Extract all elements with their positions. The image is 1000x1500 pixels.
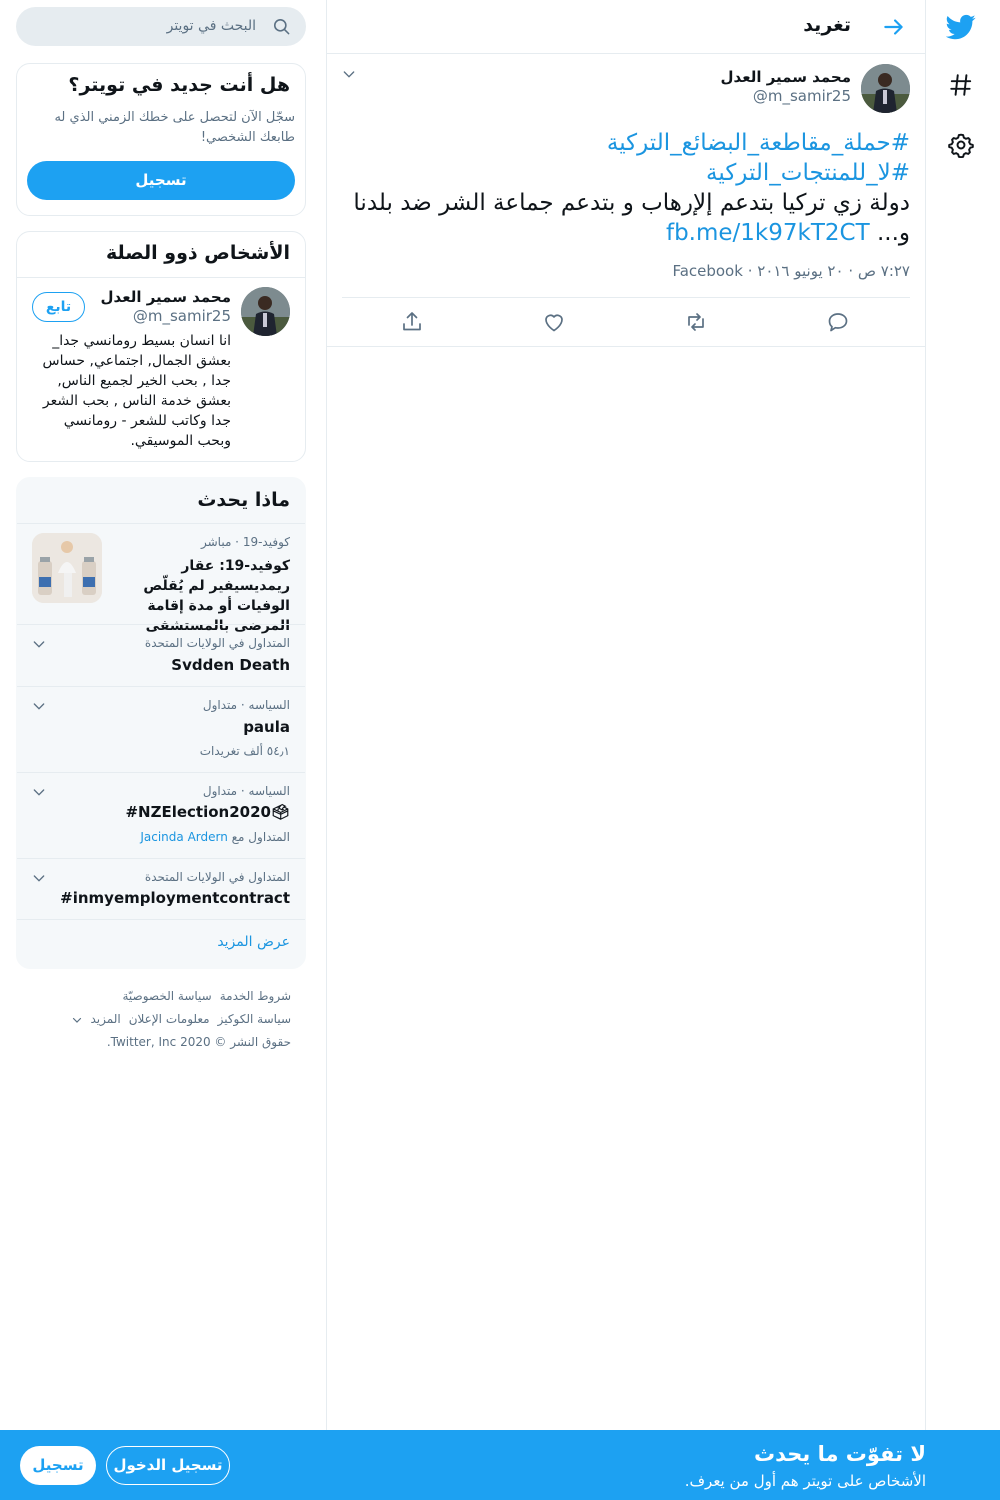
banner-subtitle: الأشخاص على تويتر هم أول من يعرف. [684, 1472, 926, 1490]
chevron-down-icon [72, 1017, 81, 1023]
trend-title: Svdden Death [171, 656, 290, 674]
hashtag-link[interactable]: #حملة_مقاطعة_البضائع_التركية [350, 128, 910, 158]
bottom-signup-banner: لا تفوّت ما يحدث الأشخاص على تويتر هم أو… [0, 1430, 1000, 1500]
search-bar[interactable]: البحث في تويتر [16, 7, 306, 46]
trend-meta: السياسه · متداول [202, 698, 290, 712]
related-user-name[interactable]: محمد سمير العدل [101, 288, 231, 306]
show-more-link[interactable]: عرض المزيد [217, 934, 290, 950]
footer: شروط الخدمة سياسة الخصوصيّة سياسة الكوكيز… [16, 985, 291, 1054]
trend-context-link[interactable]: Jacinda Ardern [140, 830, 227, 844]
copyright: حقوق النشر © 2020 Twitter, Inc. [106, 1035, 291, 1049]
twitter-logo-icon[interactable] [936, 2, 986, 52]
footer-link: المزيد [90, 1012, 121, 1026]
chevron-down-icon[interactable] [31, 698, 47, 714]
tweet-text-continuation: و... [869, 220, 910, 246]
news-thumbnail [32, 533, 102, 603]
divider [17, 277, 305, 278]
chevron-down-icon[interactable] [31, 784, 47, 800]
divider [17, 858, 305, 859]
hashtag-icon[interactable] [936, 60, 986, 110]
chevron-down-icon[interactable] [31, 636, 47, 652]
like-icon[interactable] [542, 310, 566, 334]
footer-link[interactable]: شروط الخدمة [220, 985, 291, 1008]
related-people-title: الأشخاص ذوو الصلة [106, 242, 290, 264]
related-user-bio: انا انسان بسيط رومانسي جدا_ بعشق الجمال,… [42, 333, 231, 449]
tweet-text: #حملة_مقاطعة_البضائع_التركية #لا_للمنتجا… [350, 128, 910, 248]
search-input[interactable]: البحث في تويتر [167, 18, 256, 34]
main-header: تغريد [327, 0, 925, 54]
signup-card-subtitle: سجّل الآن لتحصل على خطك الزمني الذي له ط… [54, 110, 295, 145]
author-name[interactable]: محمد سمير العدل [721, 68, 851, 86]
follow-button[interactable]: تابع [32, 292, 85, 322]
tweet-meta: Facebook · ٧:٢٧ ص · ٢٠ يونيو ٢٠١٦ [672, 262, 910, 280]
trend-title: #NZElection2020🗳 [125, 803, 290, 821]
trends-card: ماذا يحدث كوفيد-19 · مباشر كوفيد-19: عقا… [16, 477, 306, 969]
footer-link[interactable]: سياسة الكوكيز [218, 1008, 291, 1031]
divider [17, 772, 305, 773]
footer-row: حقوق النشر © 2020 Twitter, Inc. [16, 1031, 291, 1054]
footer-row: شروط الخدمة سياسة الخصوصيّة [16, 985, 291, 1008]
related-people-card: الأشخاص ذوو الصلة محمد سمير العدل @m_sam… [16, 231, 306, 462]
divider [17, 686, 305, 687]
chevron-down-icon[interactable] [341, 66, 361, 86]
trend-tweet-count: ٥٤٫١ ألف تغريدات [199, 744, 290, 758]
icon-rail [926, 0, 1000, 1430]
signup-button[interactable]: تسجيل [27, 161, 295, 200]
share-icon[interactable] [400, 310, 424, 334]
back-arrow-icon[interactable] [881, 14, 907, 40]
trends-title: ماذا يحدث [197, 489, 290, 511]
trend-meta: المتداول في الولايات المتحدة [144, 636, 290, 650]
tweet: محمد سمير العدل @m_samir25 #حملة_مقاطعة_… [327, 54, 925, 347]
related-user-handle[interactable]: @m_samir25 [133, 307, 231, 325]
signup-card-title: هل أنت جديد في تويتر؟ [68, 74, 290, 96]
footer-link[interactable]: سياسة الخصوصيّة [122, 985, 211, 1008]
trend-context: المتداول مع Jacinda Ardern [140, 830, 290, 844]
retweet-icon[interactable] [684, 310, 708, 334]
signup-card: هل أنت جديد في تويتر؟ سجّل الآن لتحصل عل… [16, 63, 306, 216]
signup-button[interactable]: تسجيل [20, 1446, 96, 1485]
page-title: تغريد [803, 14, 851, 36]
gear-icon[interactable] [936, 120, 986, 170]
reply-icon[interactable] [826, 310, 850, 334]
footer-link[interactable]: معلومات الإعلان [129, 1008, 210, 1031]
tweet-source[interactable]: Facebook [672, 262, 742, 280]
tweet-actions [342, 297, 910, 347]
trend-title: paula [243, 718, 290, 736]
tweet-timestamp[interactable]: ٧:٢٧ ص · ٢٠ يونيو ٢٠١٦ [757, 262, 910, 280]
hashtag-link[interactable]: #لا_للمنتجات_التركية [350, 158, 910, 188]
main-column: تغريد محمد سمير العدل @m_samir25 #حملة_م… [326, 0, 926, 1430]
related-user-avatar[interactable] [241, 287, 290, 336]
trend-meta: المتداول في الولايات المتحدة [144, 870, 290, 884]
author-handle[interactable]: @m_samir25 [753, 87, 851, 105]
trend-context-prefix: المتداول مع [231, 830, 290, 844]
login-button[interactable]: تسجيل الدخول [106, 1446, 230, 1485]
trend-meta: السياسه · متداول [202, 784, 290, 798]
banner-title: لا تفوّت ما يحدث [754, 1442, 926, 1466]
tweet-link[interactable]: fb.me/1k97kT2CT [666, 220, 870, 246]
divider [17, 919, 305, 920]
chevron-down-icon[interactable] [31, 870, 47, 886]
trend-title: #inmyemploymentcontract [60, 889, 290, 907]
news-meta: كوفيد-19 · مباشر [200, 535, 290, 549]
author-avatar[interactable] [861, 64, 910, 113]
divider [17, 624, 305, 625]
footer-more-link[interactable]: المزيد [71, 1008, 121, 1031]
tweet-text-line: و... fb.me/1k97kT2CT [350, 218, 910, 248]
divider [17, 523, 305, 524]
footer-row: سياسة الكوكيز معلومات الإعلان المزيد [16, 1008, 291, 1031]
tweet-text-line: دولة زي تركيا بتدعم إلإرهاب و بتدعم جماع… [353, 190, 910, 216]
search-icon [272, 17, 291, 36]
meta-separator: · [747, 262, 753, 280]
